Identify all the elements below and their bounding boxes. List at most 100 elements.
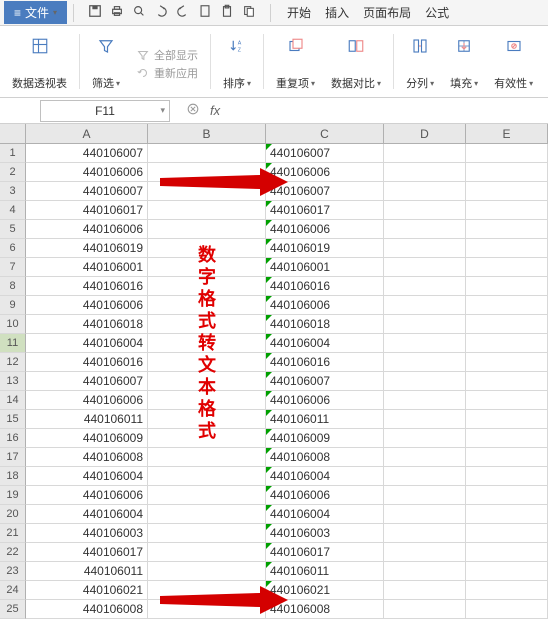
cell[interactable] (466, 315, 548, 334)
filter-button[interactable]: 筛选▾ (86, 30, 126, 93)
cell[interactable]: 440106006 (266, 391, 384, 410)
cell[interactable]: 440106017 (26, 201, 148, 220)
cell[interactable]: 440106009 (26, 429, 148, 448)
cell[interactable]: 440106001 (26, 258, 148, 277)
cell[interactable]: 440106007 (266, 372, 384, 391)
cell[interactable] (148, 201, 266, 220)
row-header[interactable]: 7 (0, 258, 26, 277)
cell[interactable] (148, 163, 266, 182)
cell[interactable]: 440106011 (266, 410, 384, 429)
cell[interactable] (384, 334, 466, 353)
cell[interactable]: 440106003 (26, 524, 148, 543)
cell[interactable]: 440106007 (26, 182, 148, 201)
cell[interactable]: 440106004 (26, 334, 148, 353)
col-header-C[interactable]: C (266, 124, 384, 143)
cell[interactable]: 440106017 (266, 543, 384, 562)
tab-formula[interactable]: 公式 (425, 4, 449, 21)
cell[interactable]: 440106004 (266, 334, 384, 353)
cell[interactable]: 440106001 (266, 258, 384, 277)
row-header[interactable]: 11 (0, 334, 26, 353)
cell[interactable]: 440106019 (26, 239, 148, 258)
cell[interactable]: 440106007 (26, 144, 148, 163)
cell[interactable]: 440106004 (266, 505, 384, 524)
tab-insert[interactable]: 插入 (325, 4, 349, 21)
cell[interactable] (384, 239, 466, 258)
cell[interactable]: 440106004 (26, 505, 148, 524)
cell[interactable] (384, 163, 466, 182)
print-icon[interactable] (110, 4, 124, 21)
cell[interactable] (384, 581, 466, 600)
row-header[interactable]: 4 (0, 201, 26, 220)
reapply-button[interactable]: 重新应用 (136, 65, 198, 81)
cell[interactable] (384, 429, 466, 448)
row-header[interactable]: 2 (0, 163, 26, 182)
cell[interactable] (148, 467, 266, 486)
cell[interactable] (384, 144, 466, 163)
cell[interactable] (384, 505, 466, 524)
cell[interactable] (148, 581, 266, 600)
cell[interactable]: 440106021 (266, 581, 384, 600)
cell[interactable] (384, 182, 466, 201)
redo-icon[interactable] (176, 4, 190, 21)
row-header[interactable]: 14 (0, 391, 26, 410)
cell[interactable]: 440106018 (266, 315, 384, 334)
row-header[interactable]: 10 (0, 315, 26, 334)
cell[interactable] (384, 220, 466, 239)
cell[interactable] (466, 372, 548, 391)
cell[interactable] (384, 315, 466, 334)
cell[interactable] (148, 258, 266, 277)
row-header[interactable]: 17 (0, 448, 26, 467)
col-header-E[interactable]: E (466, 124, 548, 143)
cell[interactable] (148, 277, 266, 296)
cell[interactable] (148, 182, 266, 201)
col-header-A[interactable]: A (26, 124, 148, 143)
cell[interactable] (148, 353, 266, 372)
cell[interactable] (148, 448, 266, 467)
cancel-icon[interactable] (186, 102, 200, 119)
cell[interactable] (148, 372, 266, 391)
name-box[interactable]: F11 ▾ (40, 100, 170, 122)
cell[interactable] (384, 258, 466, 277)
cell[interactable] (466, 144, 548, 163)
cell[interactable]: 440106009 (266, 429, 384, 448)
cell[interactable] (384, 391, 466, 410)
row-header[interactable]: 8 (0, 277, 26, 296)
cell[interactable] (148, 524, 266, 543)
cell[interactable]: 440106007 (266, 144, 384, 163)
cell[interactable] (466, 448, 548, 467)
cell[interactable] (466, 296, 548, 315)
row-header[interactable]: 6 (0, 239, 26, 258)
cell[interactable] (148, 600, 266, 619)
cell[interactable]: 440106017 (26, 543, 148, 562)
cell[interactable] (148, 543, 266, 562)
cell[interactable] (466, 277, 548, 296)
cell[interactable]: 440106008 (26, 448, 148, 467)
cell[interactable] (148, 296, 266, 315)
cell[interactable] (466, 581, 548, 600)
select-all-corner[interactable] (0, 124, 26, 143)
row-header[interactable]: 18 (0, 467, 26, 486)
cell[interactable] (384, 524, 466, 543)
cell[interactable] (466, 239, 548, 258)
cell[interactable]: 440106019 (266, 239, 384, 258)
cell[interactable] (466, 467, 548, 486)
cell[interactable]: 440106006 (26, 391, 148, 410)
cell[interactable] (466, 505, 548, 524)
cell[interactable] (384, 448, 466, 467)
cell[interactable]: 440106008 (266, 600, 384, 619)
cell[interactable]: 440106006 (26, 163, 148, 182)
cell[interactable]: 440106021 (26, 581, 148, 600)
row-header[interactable]: 22 (0, 543, 26, 562)
cell[interactable]: 440106006 (266, 486, 384, 505)
cell[interactable]: 440106017 (266, 201, 384, 220)
sort-button[interactable]: AZ 排序▾ (217, 30, 257, 93)
cell[interactable] (466, 353, 548, 372)
cell[interactable] (466, 334, 548, 353)
row-header[interactable]: 1 (0, 144, 26, 163)
cell[interactable] (148, 486, 266, 505)
cell[interactable]: 440106011 (266, 562, 384, 581)
cell[interactable] (466, 258, 548, 277)
clipboard-icon[interactable] (220, 4, 234, 21)
cell[interactable] (148, 505, 266, 524)
row-header[interactable]: 23 (0, 562, 26, 581)
